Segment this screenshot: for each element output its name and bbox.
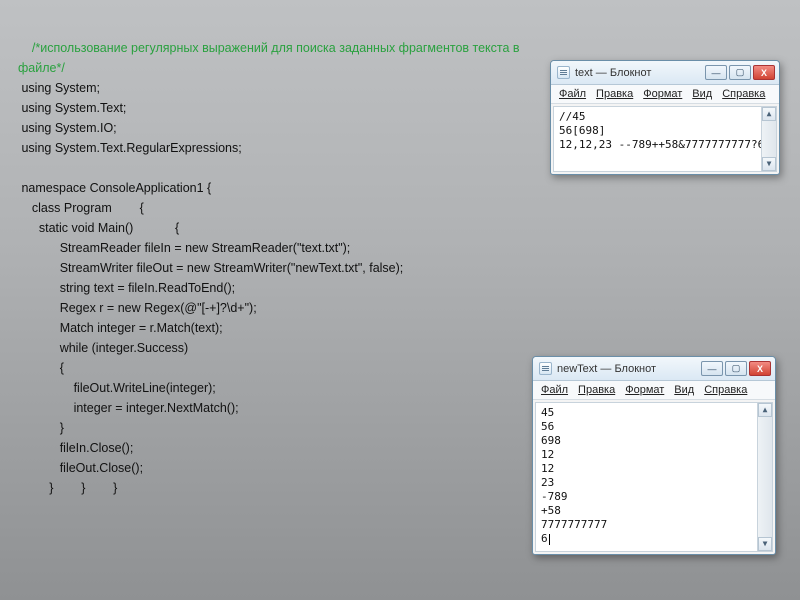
menu-help[interactable]: Справка xyxy=(722,88,765,100)
menu-format[interactable]: Формат xyxy=(625,384,664,396)
menu-edit[interactable]: Правка xyxy=(578,384,615,396)
scroll-down-icon[interactable]: ▼ xyxy=(758,537,772,551)
menu-view[interactable]: Вид xyxy=(674,384,694,396)
close-button[interactable]: X xyxy=(749,361,771,376)
notepad-icon xyxy=(539,362,552,375)
code-line: using System; xyxy=(18,81,100,95)
code-line: using System.IO; xyxy=(18,121,117,135)
code-line: } } } xyxy=(18,481,117,495)
maximize-button[interactable]: ▢ xyxy=(725,361,747,376)
scrollbar-vertical[interactable]: ▲ ▼ xyxy=(761,107,776,171)
scrollbar-vertical[interactable]: ▲ ▼ xyxy=(757,403,772,551)
menu-format[interactable]: Формат xyxy=(643,88,682,100)
blank-line xyxy=(18,161,21,175)
titlebar[interactable]: newText — Блокнот — ▢ X xyxy=(533,357,775,381)
menu-help[interactable]: Справка xyxy=(704,384,747,396)
notepad-icon xyxy=(557,66,570,79)
scroll-up-icon[interactable]: ▲ xyxy=(758,403,772,417)
text-cursor xyxy=(549,534,550,545)
close-button[interactable]: X xyxy=(753,65,775,80)
code-line: integer = integer.NextMatch(); xyxy=(18,401,239,415)
comment-line: /*использование регулярных выражений для… xyxy=(18,41,520,55)
window-title: newText — Блокнот xyxy=(557,363,701,375)
window-title: text — Блокнот xyxy=(575,67,705,79)
code-line: } xyxy=(18,421,64,435)
code-line: while (integer.Success) xyxy=(18,341,188,355)
maximize-button[interactable]: ▢ xyxy=(729,65,751,80)
code-line: class Program { xyxy=(18,201,144,215)
notepad-window-newtext: newText — Блокнот — ▢ X Файл Правка Форм… xyxy=(532,356,776,555)
titlebar[interactable]: text — Блокнот — ▢ X xyxy=(551,61,779,85)
code-line: StreamWriter fileOut = new StreamWriter(… xyxy=(18,261,403,275)
comment-line: файле*/ xyxy=(18,61,65,75)
scroll-up-icon[interactable]: ▲ xyxy=(762,107,776,121)
code-line: Regex r = new Regex(@"[-+]?\d+"); xyxy=(18,301,257,315)
menu-view[interactable]: Вид xyxy=(692,88,712,100)
code-line: namespace ConsoleApplication1 { xyxy=(18,181,211,195)
minimize-button[interactable]: — xyxy=(701,361,723,376)
menu-file[interactable]: Файл xyxy=(559,88,586,100)
code-line: Match integer = r.Match(text); xyxy=(18,321,223,335)
code-line: using System.Text; xyxy=(18,101,126,115)
code-line: static void Main() { xyxy=(18,221,179,235)
menu-file[interactable]: Файл xyxy=(541,384,568,396)
text-area[interactable]: //45 56[698] 12,12,23 --789++58&77777777… xyxy=(553,106,777,172)
code-line: string text = fileIn.ReadToEnd(); xyxy=(18,281,235,295)
code-line: fileIn.Close(); xyxy=(18,441,133,455)
minimize-button[interactable]: — xyxy=(705,65,727,80)
scroll-down-icon[interactable]: ▼ xyxy=(762,157,776,171)
menu-bar: Файл Правка Формат Вид Справка xyxy=(533,381,775,400)
menu-edit[interactable]: Правка xyxy=(596,88,633,100)
menu-bar: Файл Правка Формат Вид Справка xyxy=(551,85,779,104)
text-area[interactable]: 45 56 698 12 12 23 -789 +58 7777777777 6… xyxy=(535,402,773,552)
notepad-window-text: text — Блокнот — ▢ X Файл Правка Формат … xyxy=(550,60,780,175)
code-line: { xyxy=(18,361,64,375)
code-line: using System.Text.RegularExpressions; xyxy=(18,141,242,155)
code-line: fileOut.Close(); xyxy=(18,461,143,475)
code-line: fileOut.WriteLine(integer); xyxy=(18,381,216,395)
code-line: StreamReader fileIn = new StreamReader("… xyxy=(18,241,350,255)
